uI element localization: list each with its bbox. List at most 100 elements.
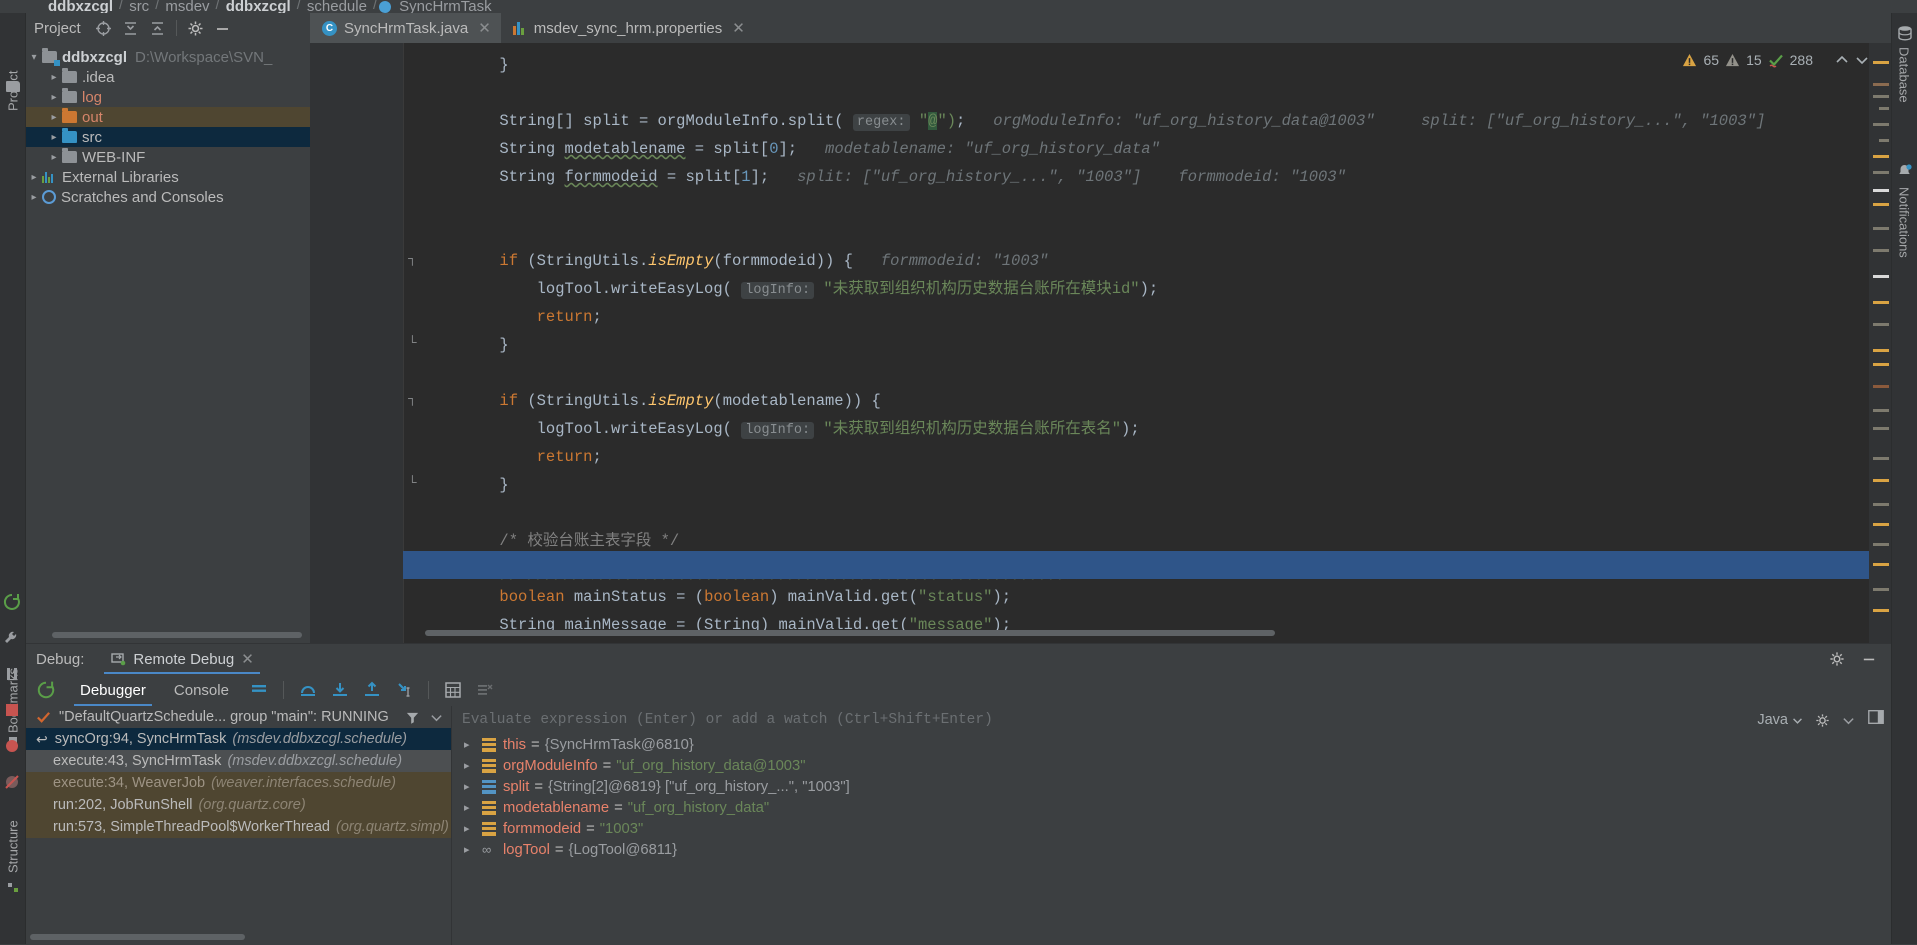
tree-node-webinf[interactable]: ▸ WEB-INF <box>26 147 310 167</box>
close-icon[interactable]: ✕ <box>241 650 254 668</box>
tool-window-button-notifications[interactable]: Notifications <box>1891 187 1917 317</box>
marker-stripe[interactable] <box>1873 155 1889 158</box>
chevron-right-icon[interactable]: ▸ <box>464 759 482 772</box>
chevron-right-icon[interactable]: ▸ <box>464 843 482 856</box>
mute-breakpoints-icon[interactable] <box>475 680 495 700</box>
code-line[interactable]: boolean mainStatus = (boolean) mainValid… <box>425 583 1011 611</box>
frames-icon[interactable] <box>249 680 269 700</box>
locate-icon[interactable] <box>95 20 112 37</box>
tree-node-module[interactable]: ▾ ddbxzcgl D:\Workspace\SVN_ <box>26 47 310 67</box>
marker-stripe[interactable] <box>1873 523 1889 526</box>
editor-tab-synchrmtask[interactable]: C SyncHrmTask.java ✕ <box>310 13 501 43</box>
frame-item[interactable]: execute:34, WeaverJob (weaver.interfaces… <box>26 772 451 794</box>
marker-stripe[interactable] <box>1873 189 1889 192</box>
tool-window-button-project[interactable]: Project <box>0 21 26 111</box>
close-icon[interactable]: ✕ <box>478 19 491 37</box>
tree-node-log[interactable]: ▸ log <box>26 87 310 107</box>
step-over-icon[interactable] <box>298 680 318 700</box>
chevron-right-icon[interactable]: ▸ <box>26 192 42 203</box>
rerun-icon[interactable] <box>3 593 21 611</box>
evaluate-expression-input[interactable]: Evaluate expression (Enter) or add a wat… <box>452 706 1865 734</box>
marker-stripe[interactable] <box>1873 385 1889 388</box>
rerun-icon[interactable] <box>36 680 56 700</box>
layout-settings-icon[interactable] <box>1867 708 1885 726</box>
variable-row[interactable]: ▸ ∞ logTool = {LogTool@6811} <box>452 839 1865 860</box>
marker-stripe[interactable] <box>1873 588 1889 591</box>
chevron-down-icon[interactable] <box>430 711 443 724</box>
chevron-right-icon[interactable]: ▸ <box>46 72 62 83</box>
code-editor[interactable]: 7677787980818283848586878889909192939495… <box>310 43 1917 643</box>
inspection-widget[interactable]: 65 15 288 <box>1682 49 1869 71</box>
breadcrumb-item[interactable]: schedule <box>303 0 371 13</box>
chevron-right-icon[interactable]: ▸ <box>46 92 62 103</box>
code-fold-marker[interactable]: ┐ <box>408 253 419 264</box>
scrollbar-thumb[interactable] <box>52 632 302 638</box>
debug-session-tab[interactable]: Remote Debug ✕ <box>104 644 259 674</box>
chevron-down-icon[interactable] <box>1842 714 1855 727</box>
code-fold-marker[interactable]: └ <box>408 337 419 348</box>
marker-stripe[interactable] <box>1873 227 1889 230</box>
breadcrumb-item[interactable]: SyncHrmTask <box>395 0 496 13</box>
marker-stripe[interactable] <box>1873 563 1889 566</box>
code-line[interactable]: return; <box>425 443 602 471</box>
chevron-down-icon[interactable]: ▾ <box>26 52 42 63</box>
gear-icon[interactable] <box>1829 651 1845 667</box>
tab-console[interactable]: Console <box>160 674 243 706</box>
tree-node-external-libraries[interactable]: ▸ External Libraries <box>26 167 310 187</box>
marker-stripe[interactable] <box>1879 139 1889 142</box>
code-line[interactable]: logTool.writeEasyLog( logInfo: "未获取到组织机构… <box>425 275 1158 305</box>
marker-stripe[interactable] <box>1873 543 1889 546</box>
chevron-right-icon[interactable]: ▸ <box>46 112 62 123</box>
code-line[interactable]: return; <box>425 303 602 331</box>
marker-stripe[interactable] <box>1873 409 1889 412</box>
chevron-right-icon[interactable]: ▸ <box>464 822 482 835</box>
view-breakpoints-icon[interactable] <box>3 737 21 755</box>
variable-row[interactable]: ▸ modetablename = "uf_org_history_data" <box>452 797 1865 818</box>
marker-stripe[interactable] <box>1873 83 1889 86</box>
editor-marker-bar[interactable] <box>1869 43 1891 643</box>
code-fold-marker[interactable]: ┐ <box>408 393 419 404</box>
code-line[interactable]: String formmodeid = split[1]; split: ["u… <box>425 163 1346 191</box>
marker-stripe[interactable] <box>1873 301 1889 304</box>
editor-horizontal-scrollbar[interactable] <box>425 630 1875 639</box>
minimize-icon[interactable] <box>214 20 231 37</box>
marker-stripe[interactable] <box>1873 479 1889 482</box>
code-line[interactable]: } <box>425 331 509 359</box>
expand-all-icon[interactable] <box>122 20 139 37</box>
step-into-icon[interactable] <box>330 680 350 700</box>
frames-horizontal-scrollbar[interactable] <box>30 934 450 942</box>
mute-breakpoints-icon[interactable] <box>3 773 21 791</box>
marker-stripe[interactable] <box>1873 275 1889 278</box>
marker-stripe[interactable] <box>1873 95 1889 98</box>
filter-icon[interactable] <box>405 710 420 725</box>
variable-row[interactable]: ▸ formmodeid = "1003" <box>452 818 1865 839</box>
marker-stripe[interactable] <box>1873 61 1889 64</box>
project-tree[interactable]: ▾ ddbxzcgl D:\Workspace\SVN_ ▸ .idea ▸ l… <box>26 43 310 207</box>
marker-stripe[interactable] <box>1873 123 1889 126</box>
code-line[interactable]: if (StringUtils.isEmpty(formmodeid)) { f… <box>425 247 1048 275</box>
marker-stripe[interactable] <box>1873 363 1889 366</box>
project-horizontal-scrollbar[interactable] <box>52 630 336 639</box>
chevron-right-icon[interactable]: ▸ <box>464 738 482 751</box>
code-line[interactable]: String[] split = orgModuleInfo.split( re… <box>425 107 1765 137</box>
run-to-cursor-icon[interactable] <box>394 680 414 700</box>
frame-item[interactable]: run:573, SimpleThreadPool$WorkerThread (… <box>26 816 451 838</box>
editor-gutter[interactable] <box>310 43 403 643</box>
evaluate-icon[interactable] <box>443 680 463 700</box>
editor-tab-properties[interactable]: msdev_sync_hrm.properties ✕ <box>501 13 755 43</box>
breadcrumb-item[interactable]: src <box>125 0 153 13</box>
chevron-right-icon[interactable]: ▸ <box>464 780 482 793</box>
language-selector[interactable]: Java <box>1757 712 1788 728</box>
code-line[interactable]: } <box>425 51 509 79</box>
thread-selector[interactable]: "DefaultQuartzSchedule... group "main": … <box>26 706 451 728</box>
code-line[interactable]: String modetablename = split[0]; modetab… <box>425 135 1160 163</box>
marker-stripe[interactable] <box>1873 171 1889 174</box>
frame-item[interactable]: ↩ syncOrg:94, SyncHrmTask (msdev.ddbxzcg… <box>26 728 451 750</box>
chevron-right-icon[interactable]: ▸ <box>46 152 62 163</box>
marker-stripe[interactable] <box>1873 249 1889 252</box>
marker-stripe[interactable] <box>1873 609 1889 612</box>
tab-debugger[interactable]: Debugger <box>66 674 160 706</box>
breadcrumb-item[interactable]: msdev <box>161 0 213 13</box>
variables-pane[interactable]: Evaluate expression (Enter) or add a wat… <box>451 706 1865 945</box>
marker-stripe[interactable] <box>1879 107 1889 110</box>
